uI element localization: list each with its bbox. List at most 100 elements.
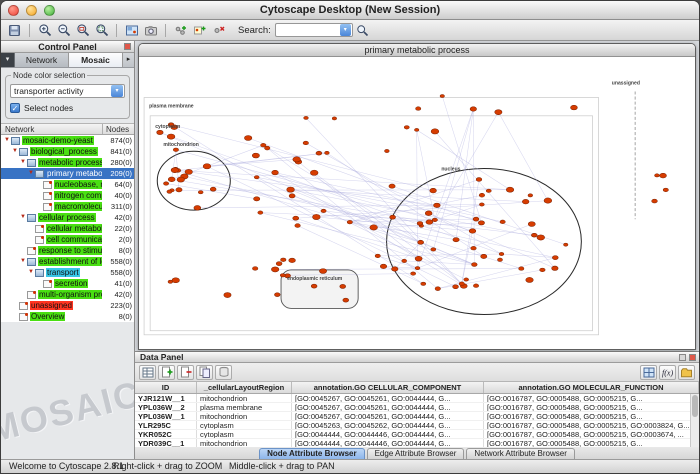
- table-row-ykr052c[interactable]: YKR052Ccytoplasm[GO:0044444, GO:0044446,…: [135, 430, 699, 439]
- minimize-window-button[interactable]: [26, 5, 37, 16]
- expander-icon[interactable]: ▼: [27, 168, 35, 179]
- search-label: Search:: [238, 25, 271, 36]
- search-dropdown-arrow-icon[interactable]: ▾: [340, 24, 351, 36]
- expander-icon[interactable]: ▼: [19, 157, 27, 168]
- select-attributes-button[interactable]: [139, 365, 156, 380]
- tree-row-establishment-of-loc[interactable]: ▼establishment of loc...558(0): [1, 256, 134, 267]
- new-network-button[interactable]: [171, 21, 190, 39]
- cell-region: plasma membrane: [197, 403, 292, 411]
- tree-row-transport[interactable]: ▼transport558(0): [1, 267, 134, 278]
- node-color-dropdown[interactable]: transporter activity ▾: [10, 84, 125, 98]
- network-folder-icon: [19, 148, 28, 156]
- formula-builder-button[interactable]: f(x): [659, 365, 676, 380]
- graph-node: [321, 209, 326, 212]
- table-row-ypl036w-2[interactable]: YPL036W__2plasma membrane[GO:0045267, GO…: [135, 403, 699, 412]
- zoom-window-button[interactable]: [44, 5, 55, 16]
- tree-row-nitrogen-compound[interactable]: nitrogen compound...40(0): [1, 190, 134, 201]
- import-attributes-button[interactable]: [678, 365, 695, 380]
- graph-node: [459, 282, 464, 286]
- tab-menu-button[interactable]: ▾: [1, 53, 15, 67]
- tree-row-overview[interactable]: Overview8(0): [1, 311, 134, 322]
- zoom-in-button[interactable]: [35, 21, 54, 39]
- tree-row-node-count: 64(0): [102, 180, 134, 189]
- tree-row-mosaic-demo-yeast[interactable]: ▼mosaic-demo-yeast874(0): [1, 135, 134, 146]
- dropdown-arrow-icon[interactable]: ▾: [111, 85, 123, 97]
- zoom-out-button[interactable]: [54, 21, 73, 39]
- zoom-selected-region-button[interactable]: [73, 21, 92, 39]
- window-titlebar[interactable]: Cytoscape Desktop (New Session): [1, 1, 699, 20]
- attribute-matrix-button[interactable]: [640, 365, 657, 380]
- expander-icon[interactable]: ▼: [11, 146, 19, 157]
- tree-row-multi-organism-proc[interactable]: multi-organism proc...42(0): [1, 289, 134, 300]
- control-panel-close-button[interactable]: [124, 43, 131, 50]
- delete-attribute-button[interactable]: [177, 365, 194, 380]
- tree-row-cell-communication[interactable]: cell communication2(0): [1, 234, 134, 245]
- expander-icon[interactable]: ▼: [27, 267, 35, 278]
- tree-row-primary-metabolic-process[interactable]: ▼primary metabolic process209(0): [1, 168, 134, 179]
- tree-row-biological-process[interactable]: ▼biological_process841(0): [1, 146, 134, 157]
- graph-node: [500, 220, 505, 224]
- scrollbar-thumb[interactable]: [692, 395, 698, 417]
- advanced-search-button[interactable]: [353, 21, 372, 39]
- column-header-id[interactable]: ID: [135, 382, 197, 393]
- network-view-title[interactable]: primary metabolic process: [139, 44, 695, 57]
- tree-row-unassigned[interactable]: unassigned223(0): [1, 300, 134, 311]
- column-header-cellularlayoutregion[interactable]: _cellularLayoutRegion: [197, 382, 292, 393]
- graph-node: [540, 268, 545, 272]
- network-canvas[interactable]: plasma membrane cytoplasm mitochondrion …: [139, 57, 695, 349]
- new-network-from-selection-button[interactable]: [190, 21, 209, 39]
- tab-network[interactable]: Network: [15, 53, 69, 67]
- tab-network-attribute-browser[interactable]: Network Attribute Browser: [466, 448, 574, 459]
- cell-region: mitochondrion: [197, 412, 292, 420]
- expander-icon[interactable]: ▼: [3, 135, 11, 146]
- tree-column-nodes[interactable]: Nodes: [102, 124, 134, 134]
- tab-node-attribute-browser[interactable]: Node Attribute Browser: [259, 448, 365, 459]
- table-row-yjr121w-1[interactable]: YJR121W__1mitochondrion[GO:0045267, GO:0…: [135, 394, 699, 403]
- table-row-ydr039c-1[interactable]: YDR039C__1mitochondrion[GO:0044444, GO:0…: [135, 439, 699, 447]
- tree-row-response-to-stimulus[interactable]: response to stimulus8(0): [1, 245, 134, 256]
- destroy-network-button[interactable]: [209, 21, 228, 39]
- tree-row-node-count: 209(0): [102, 169, 134, 178]
- network-graph[interactable]: plasma membrane cytoplasm mitochondrion …: [139, 57, 695, 349]
- create-attribute-button[interactable]: [158, 365, 175, 380]
- tree-row-cellular-metabolic[interactable]: cellular metabolic...22(0): [1, 223, 134, 234]
- close-window-button[interactable]: [8, 5, 19, 16]
- delete-attributes-button[interactable]: [215, 365, 232, 380]
- tree-row-metabolic-process[interactable]: ▼metabolic process280(0): [1, 157, 134, 168]
- tree-row-nucleobase-nucleoside[interactable]: nucleobase, nucleoside...64(0): [1, 179, 134, 190]
- snapshot-button[interactable]: [141, 21, 160, 39]
- column-header-annotation-go-cellular-component[interactable]: annotation.GO CELLULAR_COMPONENT: [292, 382, 484, 393]
- graph-node: [440, 95, 444, 98]
- copy-attribute-button[interactable]: [196, 365, 213, 380]
- graph-node: [172, 278, 180, 283]
- network-view-window[interactable]: primary metabolic process plasma membran…: [138, 43, 696, 350]
- table-row-ylr295c[interactable]: YLR295Ccytoplasm[GO:0045263, GO:0045262,…: [135, 421, 699, 430]
- table-scrollbar[interactable]: [690, 394, 699, 447]
- graph-node: [473, 284, 478, 288]
- tab-overflow-arrow-icon[interactable]: ▸: [123, 53, 134, 67]
- edge-layer: [160, 96, 566, 289]
- tree-column-network[interactable]: Network: [1, 124, 102, 134]
- tab-mosaic[interactable]: Mosaic: [69, 53, 123, 67]
- table-row-ypl036w-1[interactable]: YPL036W__1mitochondrion[GO:0045267, GO:0…: [135, 412, 699, 421]
- tab-edge-attribute-browser[interactable]: Edge Attribute Browser: [367, 448, 465, 459]
- save-session-button[interactable]: [5, 21, 24, 39]
- zoom-fit-button[interactable]: [92, 21, 111, 39]
- network-leaf-icon: [43, 203, 52, 211]
- expander-icon[interactable]: ▼: [19, 212, 27, 223]
- tree-row-cellular-process[interactable]: ▼cellular process42(0): [1, 212, 134, 223]
- graph-node: [486, 189, 491, 192]
- search-input[interactable]: ▾: [275, 23, 353, 37]
- attribute-browser-tabs: Node Attribute BrowserEdge Attribute Bro…: [135, 447, 699, 459]
- cell-cellular-component: [GO:0045267, GO:0045261, GO:0044444, G..…: [292, 403, 484, 411]
- tree-row-secretion[interactable]: secretion41(0): [1, 278, 134, 289]
- data-panel-float-button[interactable]: [679, 354, 686, 361]
- tree-row-macromolecule[interactable]: macromolecule...311(0): [1, 201, 134, 212]
- network-overview-button[interactable]: [122, 21, 141, 39]
- node-layer[interactable]: [157, 95, 669, 303]
- select-nodes-checkbox[interactable]: ✓: [10, 103, 20, 113]
- data-panel-close-button[interactable]: [689, 354, 696, 361]
- expander-icon[interactable]: ▼: [19, 256, 27, 267]
- column-header-annotation-go-molecular-function[interactable]: annotation.GO MOLECULAR_FUNCTION: [484, 382, 699, 393]
- cell-molecular-function: [GO:0016787, GO:0005488, GO:0005215, GO:…: [484, 430, 699, 438]
